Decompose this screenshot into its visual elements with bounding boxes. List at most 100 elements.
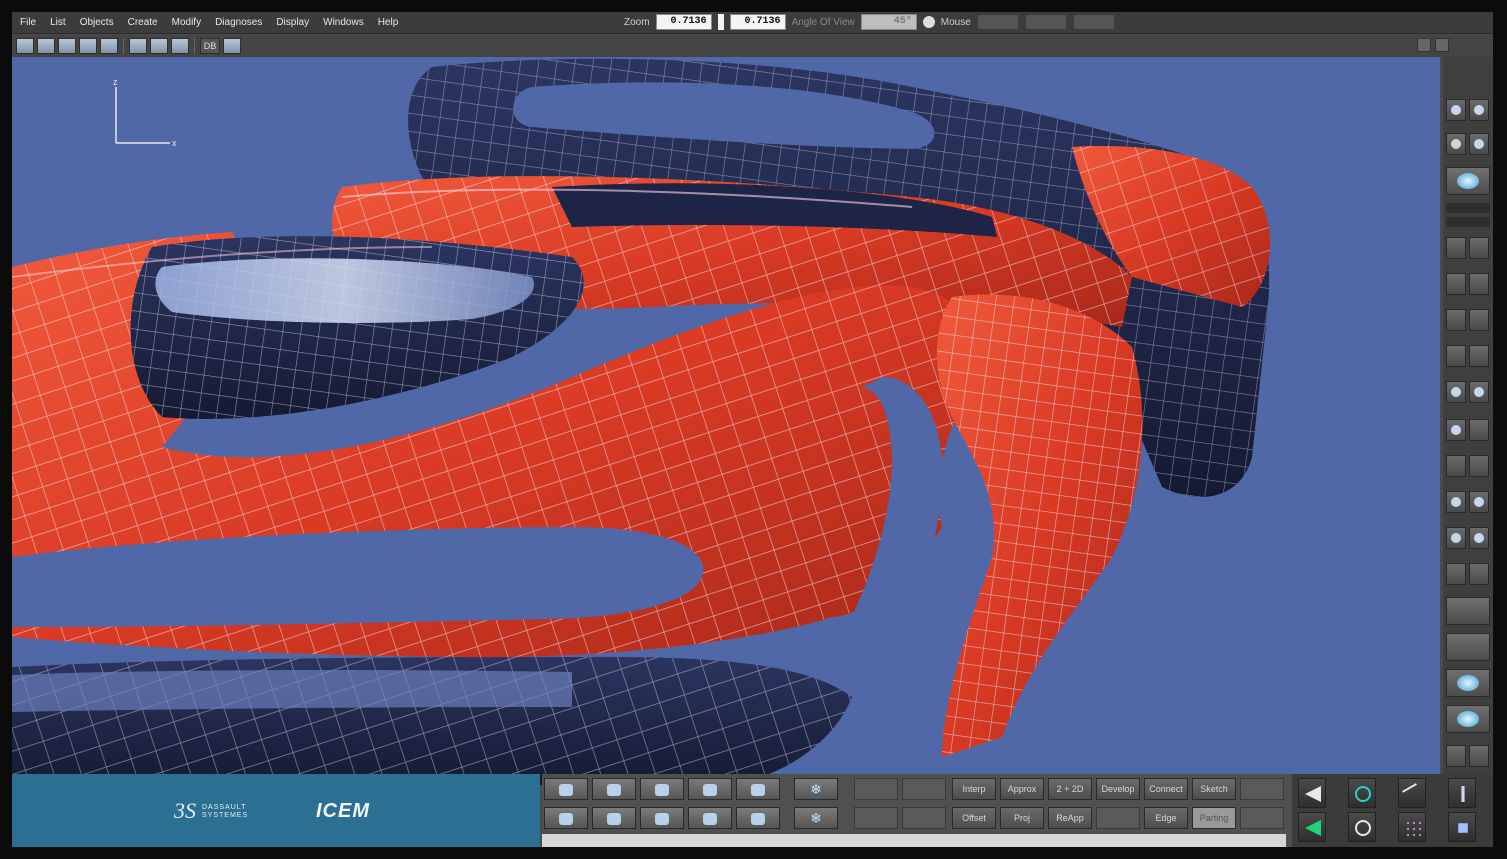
menu-diagnoses[interactable]: Diagnoses bbox=[209, 16, 268, 30]
develop-button[interactable]: Develop bbox=[1096, 778, 1140, 800]
interp-button[interactable]: Interp bbox=[952, 778, 996, 800]
layers-icon[interactable] bbox=[171, 38, 189, 54]
right-tool-panel bbox=[1443, 57, 1493, 785]
display-style-select[interactable] bbox=[1446, 217, 1490, 227]
line-icon[interactable] bbox=[1446, 345, 1466, 367]
parting-button[interactable]: Parting bbox=[1192, 807, 1236, 829]
display-mode-select[interactable] bbox=[1446, 203, 1490, 213]
database-button[interactable]: DB bbox=[200, 38, 220, 54]
menu-windows[interactable]: Windows bbox=[317, 16, 370, 30]
link-icon[interactable] bbox=[688, 807, 732, 829]
grid-icon[interactable] bbox=[736, 807, 780, 829]
import-icon[interactable] bbox=[129, 38, 147, 54]
snowflake-icon[interactable]: ❄ bbox=[794, 778, 838, 800]
copy-icon[interactable] bbox=[736, 778, 780, 800]
menu-file[interactable]: File bbox=[14, 16, 42, 30]
move-icon[interactable] bbox=[592, 807, 636, 829]
edit-icon[interactable] bbox=[1469, 455, 1489, 477]
new-file-icon[interactable] bbox=[16, 38, 34, 54]
rectangle-icon[interactable] bbox=[1446, 597, 1490, 625]
save-as-icon[interactable] bbox=[79, 38, 97, 54]
eye-icon[interactable] bbox=[640, 778, 684, 800]
eye-icon[interactable] bbox=[1446, 99, 1466, 121]
slash-icon[interactable] bbox=[1448, 778, 1476, 808]
mouse-field-1[interactable] bbox=[976, 14, 1019, 30]
z-icon[interactable] bbox=[1446, 237, 1466, 259]
project-icon[interactable] bbox=[1398, 778, 1426, 808]
curve-icon[interactable] bbox=[1469, 309, 1489, 331]
globe-icon[interactable] bbox=[1446, 669, 1490, 697]
points-icon[interactable] bbox=[544, 778, 588, 800]
sphere-icon[interactable] bbox=[1446, 527, 1466, 549]
grab-icon[interactable] bbox=[1469, 419, 1489, 441]
drop-icon[interactable] bbox=[1469, 527, 1489, 549]
menu-display[interactable]: Display bbox=[270, 16, 315, 30]
menu-list[interactable]: List bbox=[44, 16, 72, 30]
print-icon[interactable] bbox=[100, 38, 118, 54]
pin-icon[interactable] bbox=[1469, 133, 1489, 155]
surface-icon[interactable] bbox=[1469, 99, 1489, 121]
restore-icon[interactable] bbox=[1435, 38, 1449, 52]
refresh-icon[interactable] bbox=[223, 38, 241, 54]
grid-icon[interactable] bbox=[1446, 563, 1466, 585]
angle-of-view-label: Angle Of View bbox=[791, 16, 855, 28]
shade-icon[interactable] bbox=[1446, 167, 1490, 195]
command-scrollbar[interactable] bbox=[542, 834, 1286, 847]
grid-icon[interactable] bbox=[1469, 563, 1489, 585]
menu-create[interactable]: Create bbox=[122, 16, 164, 30]
spline-icon[interactable] bbox=[640, 807, 684, 829]
zoom-input-1[interactable]: 0.7136 bbox=[655, 14, 712, 30]
save-icon[interactable] bbox=[58, 38, 76, 54]
transform-icon[interactable] bbox=[1448, 812, 1476, 842]
dots-icon[interactable] bbox=[1398, 812, 1426, 842]
sketch-button[interactable]: Sketch bbox=[1192, 778, 1236, 800]
mouse-icon bbox=[922, 16, 935, 28]
align-icon[interactable] bbox=[1446, 273, 1466, 295]
flip-icon[interactable] bbox=[1298, 778, 1326, 808]
proj-button[interactable]: Proj bbox=[1000, 807, 1044, 829]
pointer-icon[interactable] bbox=[688, 778, 732, 800]
menu-help[interactable]: Help bbox=[372, 16, 405, 30]
down-arrow-icon[interactable] bbox=[1446, 745, 1466, 767]
angle-of-view-input[interactable]: 45° bbox=[860, 14, 917, 30]
export-icon[interactable] bbox=[150, 38, 168, 54]
edge-button[interactable]: Edge bbox=[1144, 807, 1188, 829]
help-icon[interactable] bbox=[1446, 633, 1490, 661]
empty-slot bbox=[854, 778, 898, 800]
minimize-icon[interactable] bbox=[1417, 38, 1431, 52]
line-icon[interactable] bbox=[1469, 345, 1489, 367]
zoom-icon[interactable] bbox=[1469, 237, 1489, 259]
snowflake-icon[interactable]: ❄ bbox=[794, 807, 838, 829]
3d-viewport[interactable]: z x bbox=[12, 57, 1440, 785]
rotate-icon[interactable] bbox=[1348, 778, 1376, 808]
curve-icon[interactable] bbox=[592, 778, 636, 800]
dots-icon[interactable] bbox=[1469, 745, 1489, 767]
clip-icon[interactable] bbox=[1446, 381, 1466, 403]
cube-icon[interactable] bbox=[1446, 419, 1466, 441]
zoom-icon[interactable] bbox=[1446, 705, 1490, 733]
menu-modify[interactable]: Modify bbox=[166, 16, 207, 30]
zoom-spinner[interactable] bbox=[717, 14, 724, 30]
arrow-icon[interactable] bbox=[1446, 491, 1466, 513]
move-icon[interactable] bbox=[1469, 491, 1489, 513]
empty-slot bbox=[1240, 778, 1284, 800]
folder-icon[interactable] bbox=[544, 807, 588, 829]
zoom-input-2[interactable]: 0.7136 bbox=[729, 14, 786, 30]
scale-icon[interactable] bbox=[1348, 812, 1376, 842]
mirror-icon[interactable] bbox=[1298, 812, 1326, 842]
curve-icon[interactable] bbox=[1446, 309, 1466, 331]
mouse-field-3[interactable] bbox=[1072, 14, 1115, 30]
hand-icon[interactable] bbox=[1469, 381, 1489, 403]
connect-button[interactable]: Connect bbox=[1144, 778, 1188, 800]
offset-button[interactable]: Offset bbox=[952, 807, 996, 829]
menu-objects[interactable]: Objects bbox=[74, 16, 120, 30]
mouse-field-2[interactable] bbox=[1024, 14, 1067, 30]
toolbar-divider bbox=[123, 38, 124, 54]
sphere-icon[interactable] bbox=[1446, 133, 1466, 155]
measure-icon[interactable] bbox=[1446, 455, 1466, 477]
2-plus-2d-button[interactable]: 2 + 2D bbox=[1048, 778, 1092, 800]
open-file-icon[interactable] bbox=[37, 38, 55, 54]
align-icon[interactable] bbox=[1469, 273, 1489, 295]
reapp-button[interactable]: ReApp bbox=[1048, 807, 1092, 829]
approx-button[interactable]: Approx bbox=[1000, 778, 1044, 800]
